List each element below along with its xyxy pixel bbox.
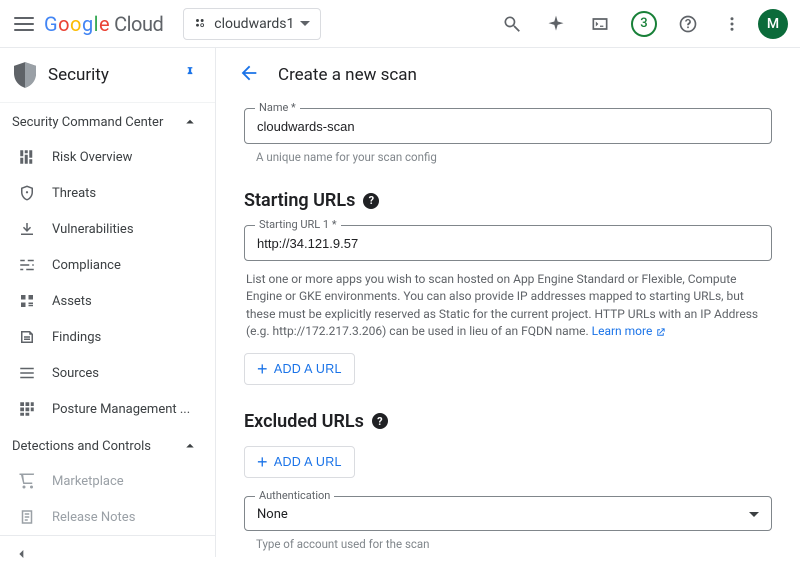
sidebar-section-scc[interactable]: Security Command Center	[0, 103, 215, 139]
nav-dc: Marketplace Release Notes	[0, 463, 215, 535]
starting-url-1-input[interactable]	[257, 236, 759, 251]
sidebar-item-findings[interactable]: Findings	[0, 319, 215, 355]
name-label: Name *	[255, 101, 300, 114]
sidebar-header: Security	[0, 48, 215, 103]
findings-icon	[18, 328, 36, 346]
sidebar-item-vulnerabilities[interactable]: Vulnerabilities	[0, 211, 215, 247]
main-content: Create a new scan Name * A unique name f…	[216, 48, 800, 557]
add-excluded-url-button[interactable]: + ADD A URL	[244, 446, 355, 478]
nav-menu-button[interactable]	[12, 12, 36, 36]
help-button[interactable]	[670, 6, 706, 42]
chevron-up-icon	[181, 113, 199, 131]
nav-scc: Risk Overview Threats Vulnerabilities Co…	[0, 139, 215, 427]
starting-url-1-wrapper[interactable]: Starting URL 1 *	[244, 225, 772, 261]
sidebar-item-threats[interactable]: Threats	[0, 175, 215, 211]
sidebar-item-assets[interactable]: Assets	[0, 283, 215, 319]
sidebar-item-compliance[interactable]: Compliance	[0, 247, 215, 283]
notification-badge: 3	[631, 11, 657, 37]
starting-url-1-label: Starting URL 1 *	[255, 218, 341, 231]
project-name: cloudwards1	[214, 16, 294, 32]
caret-down-icon	[749, 512, 759, 517]
back-button[interactable]	[238, 62, 260, 88]
help-icon[interactable]: ?	[363, 193, 379, 209]
tune-icon	[18, 256, 36, 274]
main-header: Create a new scan	[216, 48, 800, 102]
notes-icon	[18, 508, 36, 526]
sidebar-item-sources[interactable]: Sources	[0, 355, 215, 391]
pin-icon[interactable]	[183, 66, 197, 84]
authentication-label: Authentication	[255, 489, 334, 502]
add-starting-url-button[interactable]: + ADD A URL	[244, 353, 355, 385]
project-picker[interactable]: cloudwards1	[183, 8, 321, 40]
gemini-button[interactable]	[538, 6, 574, 42]
sidebar-section-detections-controls[interactable]: Detections and Controls	[0, 427, 215, 463]
project-icon	[194, 17, 208, 31]
topbar: Google Cloud cloudwards1 3 M	[0, 0, 800, 48]
list-icon	[18, 364, 36, 382]
search-button[interactable]	[494, 6, 530, 42]
authentication-value: None	[257, 507, 749, 522]
dashboard-icon	[18, 148, 36, 166]
assets-icon	[18, 292, 36, 310]
excluded-urls-title: Excluded URLs ?	[244, 411, 772, 432]
starting-urls-description: List one or more apps you wish to scan h…	[246, 271, 772, 341]
name-input[interactable]	[257, 119, 759, 134]
name-helper: A unique name for your scan config	[256, 150, 772, 164]
cart-icon	[18, 472, 36, 490]
collapse-sidebar-button[interactable]	[0, 535, 215, 576]
name-field-wrapper[interactable]: Name *	[244, 108, 772, 144]
chevron-up-icon	[181, 437, 199, 455]
help-icon	[678, 14, 698, 34]
shield-icon	[14, 62, 36, 88]
plus-icon: +	[257, 453, 268, 471]
arrow-left-icon	[238, 62, 260, 84]
download-icon	[18, 220, 36, 238]
external-link-icon	[655, 327, 666, 338]
sidebar-title: Security	[48, 65, 171, 85]
authentication-helper: Type of account used for the scan	[256, 537, 772, 551]
help-icon[interactable]: ?	[372, 413, 388, 429]
plus-icon: +	[257, 360, 268, 378]
chevron-left-icon	[14, 546, 30, 562]
cloud-shell-button[interactable]	[582, 6, 618, 42]
learn-more-link[interactable]: Learn more	[592, 324, 667, 338]
sparkle-icon	[546, 14, 566, 34]
caret-down-icon	[300, 21, 310, 27]
sidebar-item-marketplace[interactable]: Marketplace	[0, 463, 215, 499]
sidebar-item-posture-management[interactable]: Posture Management ...	[0, 391, 215, 427]
more-button[interactable]	[714, 6, 750, 42]
shield-outline-icon	[18, 184, 36, 202]
terminal-icon	[590, 14, 610, 34]
starting-urls-title: Starting URLs ?	[244, 190, 772, 211]
google-cloud-logo[interactable]: Google Cloud	[44, 12, 163, 36]
account-avatar[interactable]: M	[758, 9, 788, 39]
sidebar-item-release-notes[interactable]: Release Notes	[0, 499, 215, 535]
search-icon	[502, 14, 522, 34]
authentication-dropdown[interactable]: Authentication None	[244, 496, 772, 531]
grid-icon	[18, 400, 36, 418]
sidebar-item-risk-overview[interactable]: Risk Overview	[0, 139, 215, 175]
kebab-icon	[723, 15, 741, 33]
page-title: Create a new scan	[278, 65, 417, 85]
sidebar: Security Security Command Center Risk Ov…	[0, 48, 216, 557]
notifications-button[interactable]: 3	[626, 6, 662, 42]
